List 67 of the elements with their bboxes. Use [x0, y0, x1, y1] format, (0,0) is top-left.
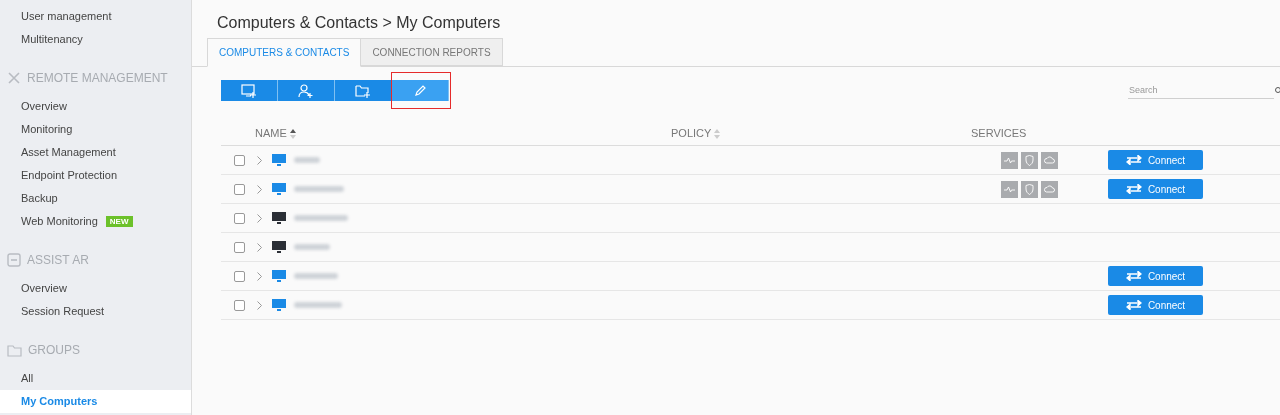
sidebar-item[interactable]: Backup [0, 187, 191, 210]
connect-button[interactable]: Connect [1108, 266, 1203, 286]
row-checkbox[interactable] [233, 183, 245, 195]
column-header: SERVICES [971, 126, 1027, 142]
sidebar-item[interactable]: My Computers [0, 390, 191, 413]
search-field[interactable]: Search [1128, 82, 1274, 99]
sidebar-item[interactable]: User management [0, 5, 191, 28]
sidebar-item[interactable]: Overview [0, 277, 191, 300]
swap-arrows-icon [1125, 155, 1142, 165]
sidebar-item[interactable]: Overview [0, 95, 191, 118]
toolbar-button[interactable] [278, 80, 335, 101]
row-checkbox[interactable] [233, 241, 245, 253]
chevron-right-icon[interactable] [257, 242, 262, 252]
connect-button[interactable]: Connect [1108, 150, 1203, 170]
chevron-right-icon[interactable] [257, 300, 262, 310]
sidebar-item[interactable]: Endpoint Protection [0, 164, 191, 187]
shield-icon[interactable] [1021, 151, 1038, 169]
page-title: Computers & Contacts > My Computers [216, 13, 502, 33]
chevron-right-icon[interactable] [257, 184, 262, 194]
sidebar-item[interactable]: Asset Management [0, 141, 191, 164]
cloud-icon[interactable] [1041, 180, 1058, 198]
chevron-right-icon[interactable] [257, 271, 262, 281]
tab[interactable]: COMPUTERS & CONTACTS [207, 38, 362, 67]
folder-plus-icon [355, 83, 371, 98]
section-heading: ASSIST AR [27, 252, 89, 269]
person-plus-icon [298, 83, 314, 98]
pulse-icon[interactable] [1001, 151, 1018, 169]
toolbar-button[interactable] [335, 80, 392, 101]
column-header[interactable]: POLICY [671, 125, 712, 142]
section-heading: GROUPS [28, 342, 80, 359]
assist-icon [7, 253, 21, 267]
blurred-name-drawing [294, 157, 320, 163]
tab[interactable]: CONNECTION REPORTS [361, 38, 503, 66]
sidebar-item[interactable]: Multitenancy [0, 28, 191, 51]
connect-button[interactable]: Connect [1108, 179, 1203, 199]
row-checkbox[interactable] [233, 212, 245, 224]
shield-icon[interactable] [1021, 180, 1038, 198]
blurred-name-drawing [294, 186, 344, 192]
chevron-right-icon[interactable] [257, 213, 262, 223]
sidebar-item[interactable]: All [0, 367, 191, 390]
sidebar-item[interactable]: Session Request [0, 300, 191, 323]
swap-arrows-icon [1125, 271, 1142, 281]
section-heading: REMOTE MANAGEMENT [27, 70, 168, 87]
column-header[interactable]: NAME [255, 125, 287, 142]
sidebar-item[interactable]: Web Monitoring NEW [0, 210, 191, 233]
blurred-name-drawing [294, 302, 342, 308]
folder-icon [7, 343, 22, 357]
monitor-plus-icon [241, 83, 257, 98]
row-checkbox[interactable] [233, 299, 245, 311]
row-checkbox[interactable] [233, 154, 245, 166]
swap-arrows-icon [1125, 184, 1142, 194]
cloud-icon[interactable] [1041, 151, 1058, 169]
blurred-name-drawing [294, 215, 348, 221]
pulse-icon[interactable] [1001, 180, 1018, 198]
connect-button[interactable]: Connect [1108, 295, 1203, 315]
blurred-name-drawing [294, 273, 338, 279]
blurred-name-drawing [294, 244, 330, 250]
toolbar-button[interactable] [221, 80, 278, 101]
swap-arrows-icon [1125, 300, 1142, 310]
pencil-icon [413, 83, 427, 98]
search-icon [1274, 87, 1280, 94]
highlight-frame [391, 72, 451, 109]
chevron-right-icon[interactable] [257, 155, 262, 165]
toolbar-button[interactable] [392, 80, 449, 101]
new-badge: NEW [105, 216, 133, 227]
row-checkbox[interactable] [233, 270, 245, 282]
sidebar-item[interactable]: Monitoring [0, 118, 191, 141]
